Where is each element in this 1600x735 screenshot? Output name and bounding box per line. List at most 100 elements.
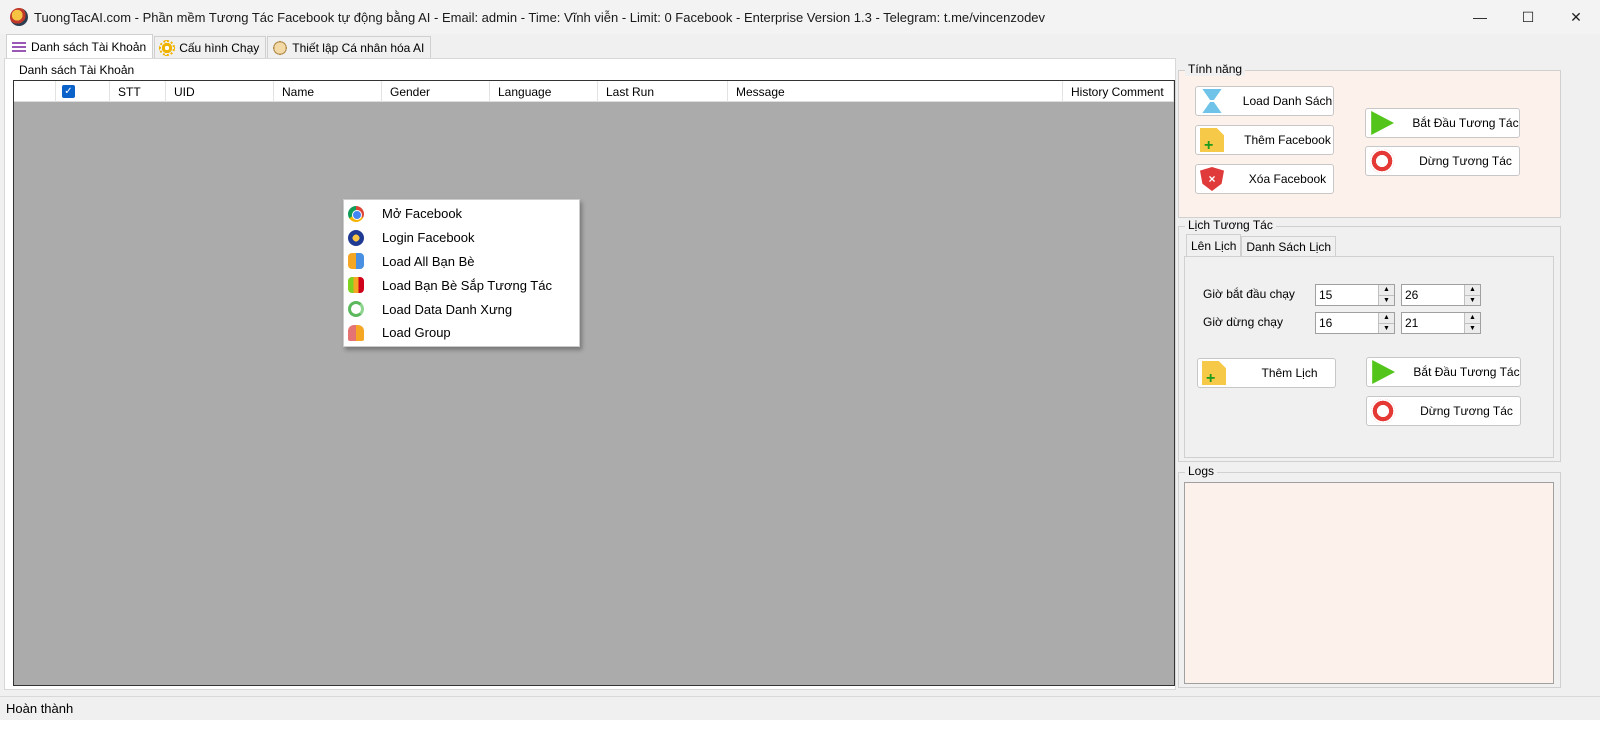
shield-delete-icon: × [1200,167,1224,191]
menu-item-label: Load All Bạn Bè [382,253,475,269]
window-controls: — ☐ ✕ [1456,0,1600,34]
account-list-title: Danh sách Tài Khoản [17,63,137,77]
start-hour-stepper[interactable]: 15 ▲ ▼ [1315,284,1395,306]
select-all-checkbox[interactable]: ✓ [62,85,75,98]
tab-schedule-list[interactable]: Danh Sách Lịch [1241,236,1337,256]
up-arrow-icon[interactable]: ▲ [1465,313,1480,324]
play-icon [1372,360,1395,384]
page-bottom [0,720,1600,735]
menu-item-label: Load Data Danh Xưng [382,301,513,317]
stop-time-label: Giờ dừng chạy [1203,315,1283,329]
column-header-uid[interactable]: UID [166,81,274,102]
add-facebook-button[interactable]: Thêm Facebook [1195,125,1334,155]
features-title: Tính năng [1185,62,1246,76]
down-arrow-icon[interactable]: ▼ [1379,323,1394,333]
menu-item-load-group[interactable]: Load Group [344,321,579,345]
button-label: Bắt Đầu Tương Tác [1412,116,1519,130]
friends-icon [348,253,364,270]
start-minute-value[interactable]: 26 [1402,288,1464,302]
right-panel: Tính năng Load Danh Sách Thêm Facebook ×… [1176,58,1563,690]
column-header-last-run[interactable]: Last Run [598,81,728,102]
menu-item-label: Mở Facebook [382,206,463,222]
add-schedule-button[interactable]: Thêm Lịch [1197,358,1336,388]
menu-item-login-facebook[interactable]: Login Facebook [344,226,579,250]
column-header-message[interactable]: Message [728,81,1063,102]
menu-item-open-facebook[interactable]: Mở Facebook [344,202,579,226]
down-arrow-icon[interactable]: ▼ [1465,295,1480,305]
account-grid[interactable]: ✓ STT UID Name Gender Language Last Run … [13,80,1175,686]
button-label: Load Danh Sách [1242,94,1333,108]
column-header-select[interactable]: ✓ [56,81,110,102]
hourglass-icon [1202,89,1222,113]
stop-minute-stepper[interactable]: 21 ▲ ▼ [1401,312,1481,334]
delete-facebook-button[interactable]: × Xóa Facebook [1195,164,1334,194]
gear-icon [159,39,176,56]
up-arrow-icon[interactable]: ▲ [1379,313,1394,324]
up-arrow-icon[interactable]: ▲ [1379,285,1394,296]
button-label: Dừng Tương Tác [1420,404,1513,418]
tab-account-list[interactable]: Danh sách Tài Khoản [6,34,154,58]
minimize-button[interactable]: — [1456,0,1504,34]
schedule-title: Lịch Tương Tác [1185,218,1276,232]
schedule-pane: Giờ bắt đầu chạy Giờ dừng chạy 15 ▲ ▼ 26 … [1184,256,1554,458]
column-header-stt[interactable]: STT [110,81,166,102]
login-icon [348,229,364,246]
down-arrow-icon[interactable]: ▼ [1379,295,1394,305]
title-bar: TuongTacAI.com - Phần mềm Tương Tác Face… [0,0,1600,34]
brain-icon [272,39,289,56]
button-label: Dừng Tương Tác [1419,154,1512,168]
features-group: Tính năng Load Danh Sách Thêm Facebook ×… [1178,62,1561,218]
chrome-icon [348,205,364,222]
down-arrow-icon[interactable]: ▼ [1465,323,1480,333]
menu-item-load-friends-interact[interactable]: Load Bạn Bè Sắp Tương Tác [344,273,579,297]
close-button[interactable]: ✕ [1552,0,1600,34]
start-time-label: Giờ bắt đầu chạy [1203,287,1295,301]
menu-item-load-all-friends[interactable]: Load All Bạn Bè [344,250,579,274]
tab-ai-personalization[interactable]: Thiết lập Cá nhân hóa AI [267,36,432,58]
friends-interact-icon [348,277,364,294]
main-tabs: Danh sách Tài Khoản Cấu hình Chạy Thiết … [6,34,432,58]
play-icon [1371,111,1394,135]
menu-item-load-title-data[interactable]: Load Data Danh Xưng [344,297,579,321]
tab-schedule-create[interactable]: Lên Lịch [1186,234,1242,256]
stop-hour-value[interactable]: 16 [1316,316,1378,330]
group-icon [348,324,364,341]
logs-textarea[interactable] [1184,482,1554,684]
start-hour-value[interactable]: 15 [1316,288,1378,302]
add-file-icon [1200,128,1224,152]
load-list-button[interactable]: Load Danh Sách [1195,86,1334,116]
column-header-language[interactable]: Language [490,81,598,102]
menu-item-label: Load Bạn Bè Sắp Tương Tác [382,277,552,293]
status-bar: Hoàn thành [0,696,1600,720]
window-title: TuongTacAI.com - Phần mềm Tương Tác Face… [34,9,1046,25]
schedule-tabs: Lên Lịch Danh Sách Lịch [1186,234,1337,256]
button-label: Bắt Đầu Tương Tác [1413,365,1520,379]
recycle-icon [348,301,364,318]
tab-label: Danh sách Tài Khoản [31,39,147,54]
stop-hour-stepper[interactable]: 16 ▲ ▼ [1315,312,1395,334]
menu-icon [11,39,27,55]
stop-minute-value[interactable]: 21 [1402,316,1464,330]
tab-label: Cấu hình Chạy [179,40,260,55]
context-menu: Mở Facebook Login Facebook Load All Bạn … [343,199,580,347]
column-header-name[interactable]: Name [274,81,382,102]
up-arrow-icon[interactable]: ▲ [1465,285,1480,296]
schedule-stop-button[interactable]: Dừng Tương Tác [1366,396,1521,426]
button-label: Thêm Facebook [1244,133,1331,147]
button-label: Xóa Facebook [1248,172,1327,186]
grid-header: ✓ STT UID Name Gender Language Last Run … [14,81,1174,102]
menu-item-label: Load Group [382,325,451,341]
column-header-gender[interactable]: Gender [382,81,490,102]
maximize-button[interactable]: ☐ [1504,0,1552,34]
start-interaction-button[interactable]: Bắt Đầu Tương Tác [1365,108,1520,138]
logs-title: Logs [1185,464,1218,478]
column-header-history-comment[interactable]: History Comment [1063,81,1174,102]
account-list-panel: Danh sách Tài Khoản ✓ STT UID Name Gende… [4,58,1176,690]
schedule-start-button[interactable]: Bắt Đầu Tương Tác [1366,357,1521,387]
tab-run-config[interactable]: Cấu hình Chạy [154,36,267,58]
add-file-icon [1202,361,1226,385]
menu-item-label: Login Facebook [382,230,475,246]
start-minute-stepper[interactable]: 26 ▲ ▼ [1401,284,1481,306]
stop-interaction-button[interactable]: Dừng Tương Tác [1365,146,1520,176]
status-text: Hoàn thành [6,701,74,716]
